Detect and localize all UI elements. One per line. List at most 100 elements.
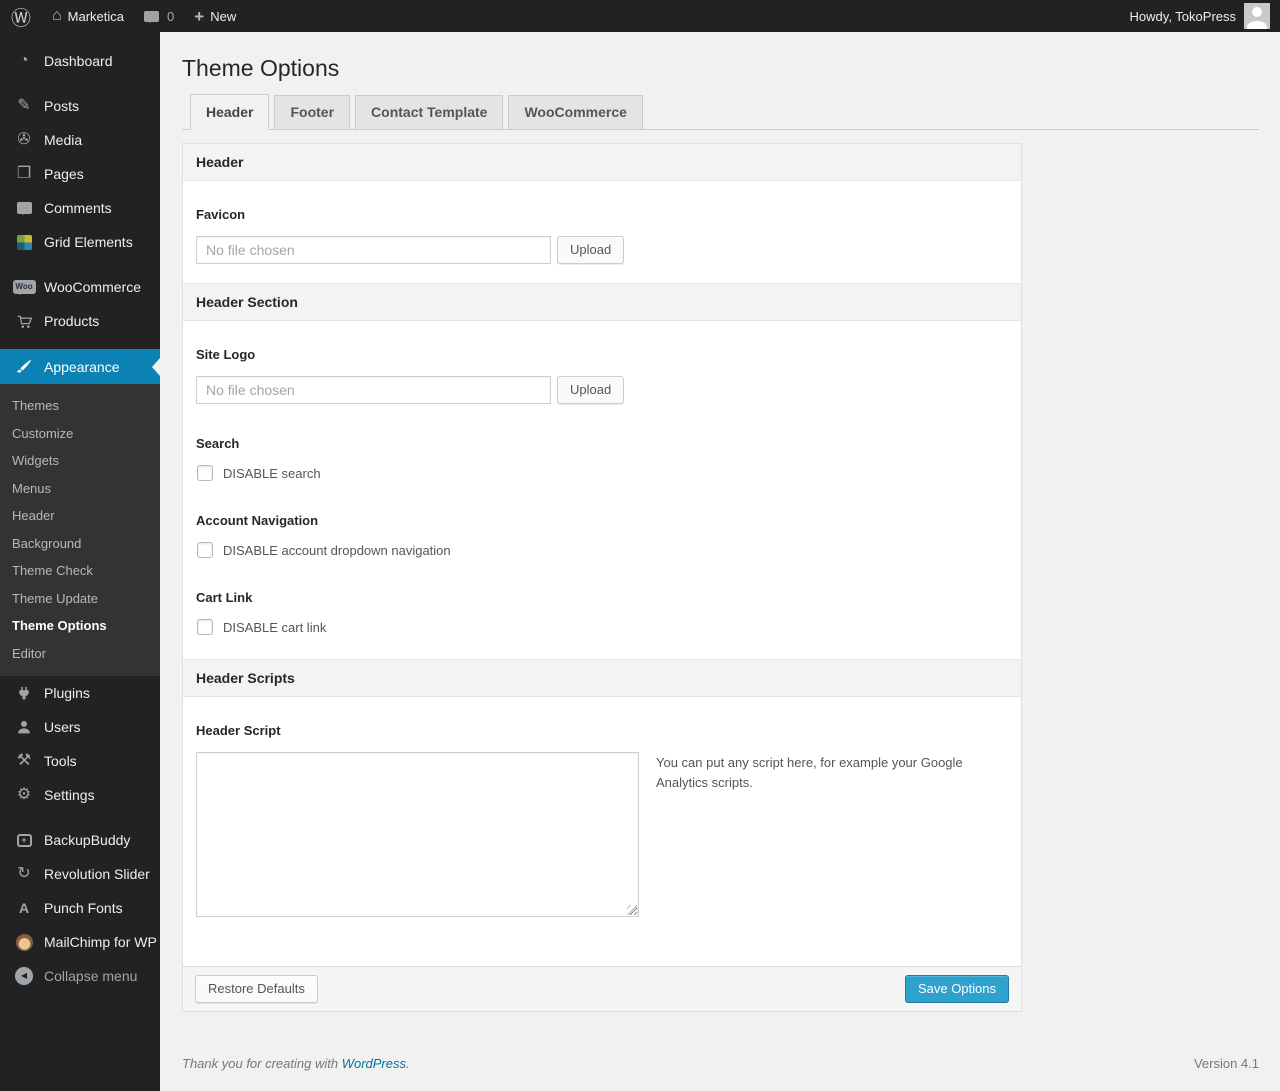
header-script-row: You can put any script here, for example… <box>196 752 1008 917</box>
section-header-header-section: Header Section <box>183 283 1021 321</box>
theme-options-panel: Header Favicon Upload Header Section Sit… <box>182 143 1022 1012</box>
disable-account-nav-row[interactable]: DISABLE account dropdown navigation <box>196 542 1008 558</box>
search-group: Search DISABLE search <box>196 437 1008 481</box>
version-text: Version 4.1 <box>1193 1056 1259 1071</box>
avatar <box>1244 3 1270 29</box>
cart-icon <box>13 311 35 331</box>
disable-account-nav-label: DISABLE account dropdown navigation <box>223 542 451 558</box>
disable-account-nav-checkbox[interactable] <box>197 542 213 558</box>
wordpress-logo-icon[interactable]: Ⓦ <box>0 0 42 32</box>
site-name-link[interactable]: ⌂ Marketica <box>42 0 134 32</box>
sidebar-subitem-background[interactable]: Background <box>0 530 160 558</box>
comments-count: 0 <box>167 8 175 24</box>
cart-link-label: Cart Link <box>196 590 253 605</box>
sidebar-item-mailchimp[interactable]: MailChimp for WP <box>0 925 160 959</box>
comment-bubble-icon <box>144 10 160 23</box>
header-section-fields: Site Logo Upload Search DISABLE search A… <box>183 321 1021 659</box>
tab-woocommerce[interactable]: WooCommerce <box>508 95 643 129</box>
sidebar-item-grid-elements[interactable]: Grid Elements <box>0 225 160 259</box>
menu-separator <box>0 812 160 823</box>
admin-bar-right: Howdy, TokoPress <box>1120 0 1280 32</box>
admin-bar: Ⓦ ⌂ Marketica 0 + New Howdy, TokoPress <box>0 0 1280 32</box>
sidebar-item-tools[interactable]: ⚒ Tools <box>0 744 160 778</box>
save-options-button[interactable]: Save Options <box>904 975 1009 1003</box>
sidebar-item-appearance[interactable]: Appearance <box>0 349 160 384</box>
grid-icon <box>13 232 35 252</box>
sidebar-item-dashboard[interactable]: ◔ Dashboard <box>0 44 160 78</box>
restore-defaults-button[interactable]: Restore Defaults <box>195 975 318 1003</box>
panel-footer: Restore Defaults Save Options <box>183 966 1021 1011</box>
favicon-file-row: Upload <box>196 236 1008 264</box>
monkey-icon <box>13 932 35 952</box>
header-script-textarea[interactable] <box>196 752 639 917</box>
collapse-menu-button[interactable]: ◀ Collapse menu <box>0 959 160 993</box>
sidebar-item-media[interactable]: ✇ Media <box>0 123 160 157</box>
site-logo-upload-button[interactable]: Upload <box>557 376 625 404</box>
sidebar-subitem-theme-update[interactable]: Theme Update <box>0 585 160 613</box>
comments-link[interactable]: 0 <box>134 0 184 32</box>
howdy-text: Howdy, TokoPress <box>1129 8 1236 24</box>
sidebar-subitem-themes[interactable]: Themes <box>0 392 160 420</box>
section-header-header: Header <box>183 144 1021 181</box>
tab-footer[interactable]: Footer <box>274 95 351 129</box>
favicon-label: Favicon <box>196 207 246 222</box>
menu-separator <box>0 338 160 349</box>
sidebar-item-pages[interactable]: ❐ Pages <box>0 157 160 191</box>
sidebar-subitem-widgets[interactable]: Widgets <box>0 447 160 475</box>
disable-search-checkbox[interactable] <box>197 465 213 481</box>
admin-sidebar: ◔ Dashboard ✎ Posts ✇ Media ❐ Pages Comm… <box>0 32 160 1091</box>
search-label: Search <box>196 436 240 451</box>
sidebar-subitem-menus[interactable]: Menus <box>0 475 160 503</box>
sidebar-item-backupbuddy[interactable]: + BackupBuddy <box>0 823 160 857</box>
wordpress-link[interactable]: WordPress <box>342 1056 406 1071</box>
footer-thanks: Thank you for creating with WordPress. <box>182 1056 410 1071</box>
sidebar-item-comments[interactable]: Comments <box>0 191 160 225</box>
favicon-field: Favicon Upload <box>183 181 1021 283</box>
sidebar-item-punch-fonts[interactable]: A Punch Fonts <box>0 891 160 925</box>
refresh-arrows-icon: ↻ <box>17 865 31 882</box>
plus-icon: + <box>194 6 205 26</box>
footer-period: . <box>406 1056 410 1071</box>
sidebar-item-settings[interactable]: ⚙ Settings <box>0 778 160 812</box>
comment-bubble-icon <box>13 198 35 218</box>
cart-link-group: Cart Link DISABLE cart link <box>196 591 1008 635</box>
sidebar-subitem-customize[interactable]: Customize <box>0 420 160 448</box>
sidebar-subitem-editor[interactable]: Editor <box>0 640 160 668</box>
new-content-button[interactable]: + New <box>184 0 246 32</box>
sidebar-item-woocommerce[interactable]: Woo WooCommerce <box>0 270 160 304</box>
disable-search-row[interactable]: DISABLE search <box>196 465 1008 481</box>
sidebar-subitem-theme-check[interactable]: Theme Check <box>0 557 160 585</box>
pushpin-icon: ✎ <box>17 97 31 114</box>
disable-cart-link-row[interactable]: DISABLE cart link <box>196 619 1008 635</box>
tab-bar: Header Footer Contact Template WooCommer… <box>182 94 1259 130</box>
tab-contact-template[interactable]: Contact Template <box>355 95 504 129</box>
new-label: New <box>210 8 237 24</box>
disable-search-label: DISABLE search <box>223 465 321 481</box>
sidebar-item-revolution-slider[interactable]: ↻ Revolution Slider <box>0 857 160 891</box>
header-script-textarea-wrap <box>196 752 639 917</box>
sidebar-item-users[interactable]: Users <box>0 710 160 744</box>
menu-separator <box>0 259 160 270</box>
favicon-upload-button[interactable]: Upload <box>557 236 625 264</box>
sidebar-item-products[interactable]: Products <box>0 304 160 338</box>
sidebar-subitem-header[interactable]: Header <box>0 502 160 530</box>
admin-menu-lower: Plugins Users ⚒ Tools ⚙ Settings + Backu… <box>0 676 160 993</box>
account-navigation-label: Account Navigation <box>196 513 319 528</box>
account-menu[interactable]: Howdy, TokoPress <box>1120 0 1280 32</box>
page-footer: Thank you for creating with WordPress. V… <box>182 1056 1259 1071</box>
tab-header[interactable]: Header <box>190 94 270 130</box>
admin-menu: ◔ Dashboard ✎ Posts ✇ Media ❐ Pages Comm… <box>0 32 160 384</box>
sidebar-item-plugins[interactable]: Plugins <box>0 676 160 710</box>
site-logo-file-input[interactable] <box>196 376 551 404</box>
appearance-submenu: Themes Customize Widgets Menus Header Ba… <box>0 384 160 676</box>
favicon-file-input[interactable] <box>196 236 551 264</box>
plug-icon <box>13 683 35 703</box>
brush-icon <box>13 357 35 377</box>
backup-drive-icon: + <box>13 830 35 850</box>
user-icon <box>13 717 35 737</box>
disable-cart-link-checkbox[interactable] <box>197 619 213 635</box>
sidebar-subitem-theme-options[interactable]: Theme Options <box>0 612 160 640</box>
page-title: Theme Options <box>182 55 340 81</box>
settings-icon: ⚙ <box>16 786 32 803</box>
sidebar-item-posts[interactable]: ✎ Posts <box>0 89 160 123</box>
